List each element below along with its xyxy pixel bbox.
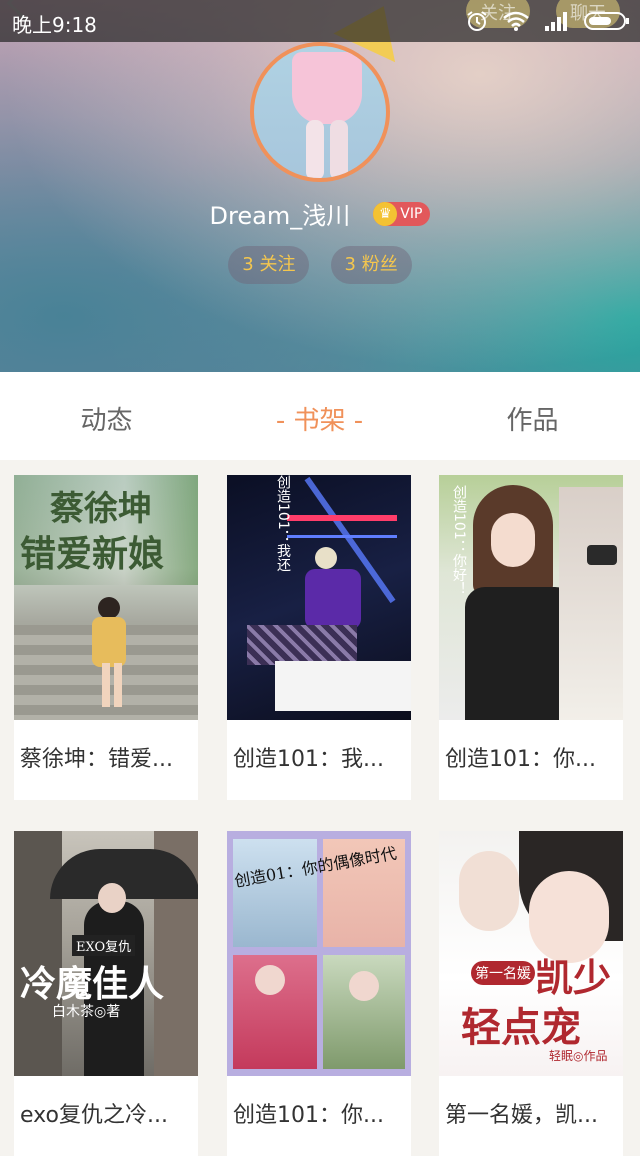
book-cover: 第一名媛 凯少 轻点宠 轻眠◎作品	[439, 831, 623, 1076]
cover-series-label: EXO复仇	[72, 935, 136, 956]
book-cover: 创造101：你好！	[439, 475, 623, 720]
vip-badge: ♛ VIP	[373, 201, 431, 226]
wifi-icon	[503, 11, 529, 31]
vip-label: VIP	[400, 205, 423, 222]
book-title: 创造101：你...	[233, 1103, 384, 1128]
book-card[interactable]: 创造01：你的偶像时代 创造101：你...	[227, 831, 411, 1156]
status-time: 晚上9:18	[12, 13, 97, 37]
book-cover: EXO复仇 冷魔佳人 白木茶◎著	[14, 831, 198, 1076]
book-cover: 创造101：我还	[227, 475, 411, 720]
status-icons	[466, 8, 630, 34]
book-card[interactable]: 创造101：我还 创造101：我...	[227, 475, 411, 800]
cover-series-label: 第一名媛	[471, 961, 535, 985]
battery-icon	[584, 12, 629, 30]
followers-count-button[interactable]: 3 粉丝	[330, 246, 412, 284]
cover-title-line2: 错爱新娘	[20, 533, 165, 575]
book-card[interactable]: EXO复仇 冷魔佳人 白木茶◎著 exo复仇之冷...	[14, 831, 198, 1156]
cover-title-line1: 冷魔佳人	[20, 963, 165, 1005]
book-title: 创造101：你...	[445, 747, 596, 772]
book-title: exo复仇之冷...	[20, 1103, 168, 1128]
cover-title-line2: 轻点宠	[461, 1004, 581, 1051]
cover-author: 白木茶◎著	[52, 1004, 121, 1020]
tab-bookshelf[interactable]: - 书架 -	[213, 400, 426, 437]
book-card[interactable]: 蔡徐坤 错爱新娘 蔡徐坤：错爱...	[14, 475, 198, 800]
book-card[interactable]: 创造101：你好！ 创造101：你...	[439, 475, 623, 800]
profile-tabs: 动态 - 书架 - 作品	[0, 372, 640, 460]
cover-vertical-text: 创造101：我还	[275, 475, 291, 572]
follow-stats: 3 关注 3 粉丝	[0, 246, 640, 284]
tab-activity[interactable]: 动态	[0, 400, 213, 437]
book-cover: 蔡徐坤 错爱新娘	[14, 475, 198, 720]
alarm-icon	[467, 11, 487, 31]
bookshelf-grid: 蔡徐坤 错爱新娘 蔡徐坤：错爱... 创造101：我还 创造101：我... 创…	[0, 460, 640, 1156]
username: Dream_浅川	[209, 202, 351, 230]
cover-vertical-text: 创造101：你好！	[451, 485, 467, 596]
book-title: 创造101：我...	[233, 747, 384, 772]
book-card[interactable]: 第一名媛 凯少 轻点宠 轻眠◎作品 第一名媛，凯...	[439, 831, 623, 1156]
cover-title-line1: 凯少	[535, 955, 612, 1000]
cover-title-line1: 蔡徐坤	[50, 489, 152, 529]
avatar[interactable]	[250, 42, 390, 182]
tab-works[interactable]: 作品	[426, 400, 639, 437]
cover-author: 轻眠◎作品	[549, 1049, 608, 1063]
book-title: 第一名媛，凯...	[445, 1103, 598, 1128]
signal-icon	[545, 12, 567, 31]
status-bar: 晚上9:18 关注 聊天	[0, 0, 640, 42]
username-row: Dream_浅川 ♛ VIP	[0, 196, 640, 236]
book-title: 蔡徐坤：错爱...	[20, 747, 173, 772]
vip-crown-icon: ♛	[373, 201, 398, 226]
avatar-image	[250, 42, 390, 182]
following-count-button[interactable]: 3 关注	[228, 246, 310, 284]
profile-header: Dream_浅川 ♛ VIP 3 关注 3 粉丝 晚上9:18 关注 聊天	[0, 0, 640, 372]
book-cover: 创造01：你的偶像时代	[227, 831, 411, 1076]
